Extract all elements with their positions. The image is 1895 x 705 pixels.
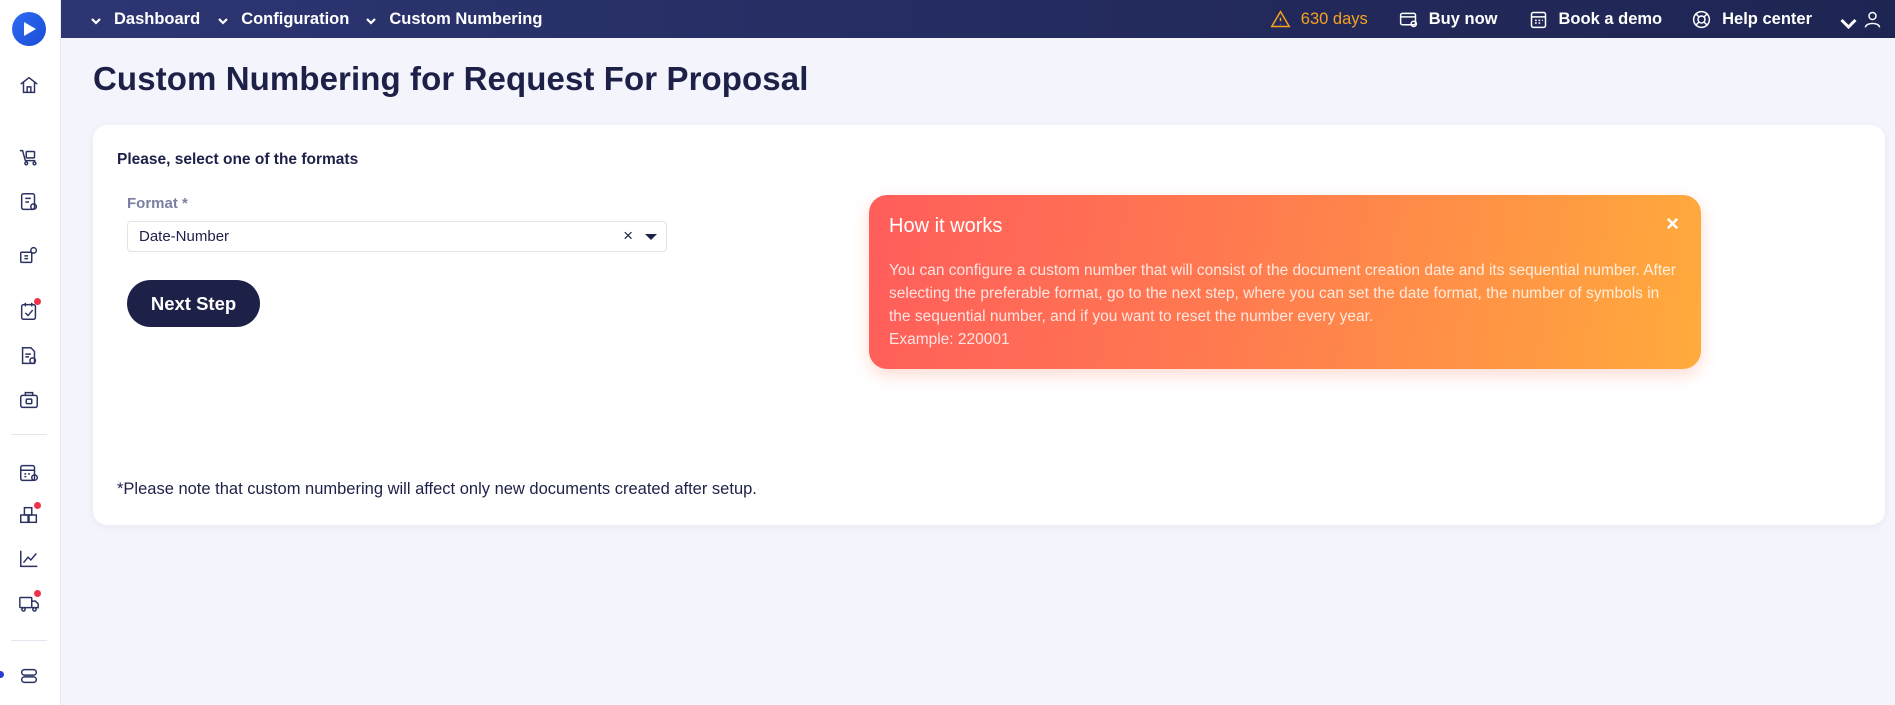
approvals-icon[interactable] <box>17 298 41 323</box>
sidebar <box>0 0 61 705</box>
info-description: You can configure a custom number that w… <box>889 262 1676 325</box>
home-icon[interactable] <box>17 73 41 97</box>
app-logo[interactable] <box>12 12 46 46</box>
breadcrumb-custom-numbering[interactable]: Custom Numbering <box>365 10 542 29</box>
book-demo-button[interactable]: Book a demo <box>1528 9 1663 30</box>
info-example: Example: 220001 <box>889 331 1010 348</box>
notification-dot <box>34 502 41 509</box>
chevron-down-icon[interactable] <box>217 13 229 25</box>
close-icon[interactable]: × <box>1666 211 1679 237</box>
chevron-down-icon[interactable] <box>90 13 102 25</box>
sidebar-divider <box>11 434 47 435</box>
topbar-actions: 630 days Buy now Book a demo Help center <box>1270 0 1895 38</box>
help-center-button[interactable]: Help center <box>1691 9 1812 30</box>
sidebar-divider <box>11 640 47 641</box>
notification-dot <box>34 298 41 305</box>
settings-icon[interactable] <box>17 664 41 688</box>
next-step-button[interactable]: Next Step <box>127 280 260 327</box>
chevron-down-icon[interactable] <box>365 13 377 25</box>
info-text-block: You can configure a custom number that w… <box>889 259 1679 351</box>
notification-dot <box>34 590 41 597</box>
breadcrumb-dashboard[interactable]: Dashboard <box>90 10 200 29</box>
breadcrumb-label[interactable]: Custom Numbering <box>389 10 542 29</box>
page-title: Custom Numbering for Request For Proposa… <box>93 60 809 97</box>
play-logo-icon <box>24 22 36 36</box>
delivery-icon[interactable] <box>17 590 41 615</box>
chevron-down-icon[interactable] <box>1838 13 1857 30</box>
custom-numbering-card: Please, select one of the formats Format… <box>93 125 1885 525</box>
documents-icon[interactable] <box>17 344 41 368</box>
clear-icon[interactable]: × <box>623 226 633 246</box>
budget-icon[interactable] <box>17 388 41 412</box>
breadcrumb-configuration[interactable]: Configuration <box>217 10 349 29</box>
user-icon[interactable] <box>1862 9 1883 30</box>
catalog-icon[interactable] <box>17 190 41 214</box>
book-demo-label[interactable]: Book a demo <box>1559 10 1663 29</box>
format-select-value: Date-Number <box>139 228 230 245</box>
cart-icon[interactable] <box>17 145 41 169</box>
credit-card-icon <box>1399 12 1417 27</box>
buy-now-label[interactable]: Buy now <box>1429 10 1498 29</box>
card-subtitle: Please, select one of the formats <box>117 151 359 168</box>
setup-note: *Please note that custom numbering will … <box>117 480 757 498</box>
invoices-icon[interactable] <box>17 461 41 485</box>
trial-days-label: 630 days <box>1300 9 1368 28</box>
lifebuoy-icon <box>1693 10 1711 28</box>
format-label: Format * <box>127 195 188 212</box>
calendar-icon <box>1530 11 1546 28</box>
warning-icon <box>1270 9 1291 27</box>
buy-now-button[interactable]: Buy now <box>1398 9 1498 30</box>
trial-days-indicator[interactable]: 630 days <box>1270 9 1368 30</box>
help-center-label[interactable]: Help center <box>1722 10 1812 29</box>
analytics-icon[interactable] <box>17 547 41 571</box>
user-menu[interactable] <box>1838 9 1883 30</box>
status-indicator <box>0 671 4 678</box>
top-navigation-bar: Dashboard Configuration Custom Numbering… <box>61 0 1895 38</box>
inventory-icon[interactable] <box>17 502 41 527</box>
format-select[interactable]: Date-Number × <box>127 221 667 252</box>
breadcrumb-label[interactable]: Configuration <box>241 10 349 29</box>
breadcrumb-label[interactable]: Dashboard <box>114 10 200 29</box>
dropdown-arrow-icon[interactable] <box>645 234 657 240</box>
suppliers-icon[interactable] <box>17 243 41 267</box>
how-it-works-panel: How it works × You can configure a custo… <box>869 195 1701 369</box>
info-title: How it works <box>889 215 1003 237</box>
